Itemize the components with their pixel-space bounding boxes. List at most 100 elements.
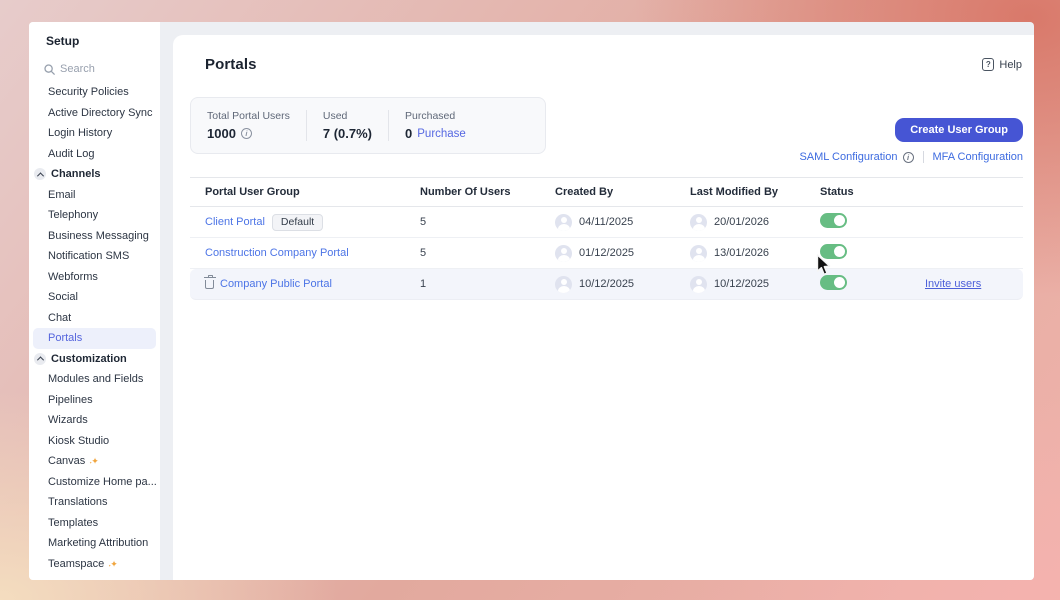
sidebar-item-wizards[interactable]: Wizards bbox=[29, 410, 160, 431]
table-body: Client Portal Default 5 04/11/2025 20/01/202… bbox=[190, 207, 1023, 300]
date-label: 10/12/2025 bbox=[714, 278, 770, 290]
stat-label: Total Portal Users bbox=[207, 110, 290, 122]
help-label: Help bbox=[999, 58, 1022, 71]
sidebar-item-label: Active Directory Sync bbox=[48, 106, 153, 119]
date-label: 01/12/2025 bbox=[579, 247, 635, 259]
column-header: Portal User Group bbox=[205, 186, 300, 198]
info-icon[interactable] bbox=[240, 128, 252, 139]
create-user-group-button[interactable]: Create User Group bbox=[895, 118, 1023, 142]
sidebar-item-kiosk-studio[interactable]: Kiosk Studio bbox=[29, 431, 160, 452]
sidebar-item-pipelines[interactable]: Pipelines bbox=[29, 390, 160, 411]
sidebar-item-canvas[interactable]: Canvas bbox=[29, 451, 160, 472]
desktop-background: Setup Search Security Policies Active Dir… bbox=[0, 0, 1060, 600]
number-of-users: 1 bbox=[420, 278, 427, 290]
user-avatar-icon bbox=[690, 213, 707, 231]
sidebar-item-label: Email bbox=[48, 188, 76, 201]
setup-app-window: Setup Search Security Policies Active Dir… bbox=[29, 22, 1034, 580]
column-header: Status bbox=[820, 186, 854, 198]
actions-column: Create User Group SAML Configuration MFA… bbox=[799, 118, 1023, 163]
portal-name-link[interactable]: Construction Company Portal bbox=[205, 247, 349, 259]
portals-main-panel: Portals Help Total Portal Users 1000 bbox=[173, 35, 1034, 580]
sidebar-item-chat[interactable]: Chat bbox=[29, 308, 160, 329]
sidebar-item-label: Telephony bbox=[48, 209, 99, 222]
sidebar-item-customize-home-pa[interactable]: Customize Home pa... bbox=[29, 472, 160, 493]
last-modified-by-cell: 13/01/2026 bbox=[690, 244, 820, 262]
sidebar-item-modules-and-fields[interactable]: Modules and Fields bbox=[29, 369, 160, 390]
sidebar-item-templates[interactable]: Templates bbox=[29, 513, 160, 534]
sidebar-nav: Security Policies Active Directory Sync Lo… bbox=[29, 82, 160, 574]
created-by-cell: 01/12/2025 bbox=[555, 244, 690, 262]
divider bbox=[922, 151, 924, 163]
created-by-cell: 04/11/2025 bbox=[555, 213, 690, 231]
purchase-link[interactable]: Purchase bbox=[417, 128, 466, 140]
sidebar-item-label: Channels bbox=[51, 168, 101, 181]
sidebar-item-label: Login History bbox=[48, 127, 113, 140]
number-of-users: 5 bbox=[420, 216, 427, 228]
sidebar-item-business-messaging[interactable]: Business Messaging bbox=[29, 226, 160, 247]
status-toggle[interactable] bbox=[820, 244, 847, 259]
sidebar-item-translations[interactable]: Translations bbox=[29, 492, 160, 513]
stat-value: 0 bbox=[405, 126, 413, 141]
column-header: Number Of Users bbox=[420, 186, 511, 198]
sidebar-item-portals[interactable]: Portals bbox=[33, 328, 156, 349]
sidebar-item-security-policies[interactable]: Security Policies bbox=[29, 82, 160, 103]
sidebar-item-audit-log[interactable]: Audit Log bbox=[29, 144, 160, 165]
sidebar-item-label: Kiosk Studio bbox=[48, 434, 110, 447]
table-row-construction-company-portal: Construction Company Portal 5 01/12/2025 13… bbox=[190, 238, 1023, 269]
sidebar-section-customization[interactable]: Customization bbox=[29, 349, 160, 370]
last-modified-by-cell: 20/01/2026 bbox=[690, 213, 820, 231]
table-row-company-public-portal: Company Public Portal 1 10/12/2025 10/12/20… bbox=[190, 269, 1023, 300]
portal-name-link[interactable]: Company Public Portal bbox=[220, 278, 332, 290]
default-badge: Default bbox=[271, 213, 324, 231]
sidebar-item-label: Portals bbox=[48, 332, 83, 345]
sidebar-item-marketing-attribution[interactable]: Marketing Attribution bbox=[29, 533, 160, 554]
sidebar-search-input[interactable]: Search bbox=[44, 63, 160, 75]
sidebar-item-login-history[interactable]: Login History bbox=[29, 123, 160, 144]
trash-icon[interactable] bbox=[203, 275, 216, 289]
user-avatar-icon bbox=[555, 213, 572, 231]
sidebar-item-notification-sms[interactable]: Notification SMS bbox=[29, 246, 160, 267]
created-by-cell: 10/12/2025 bbox=[555, 275, 690, 293]
sidebar-item-label: Pipelines bbox=[48, 393, 93, 406]
sidebar-item-teamspace[interactable]: Teamspace bbox=[29, 554, 160, 575]
sidebar-item-label: Canvas bbox=[48, 455, 98, 467]
sidebar-item-label: Notification SMS bbox=[48, 250, 130, 263]
sidebar-item-active-directory-sync[interactable]: Active Directory Sync bbox=[29, 103, 160, 124]
sidebar-item-label: Wizards bbox=[48, 414, 88, 427]
sidebar-item-social[interactable]: Social bbox=[29, 287, 160, 308]
date-label: 13/01/2026 bbox=[714, 247, 770, 259]
stats-and-actions-row: Total Portal Users 1000 Used 7 (0.7%) bbox=[190, 97, 1023, 163]
date-label: 20/01/2026 bbox=[714, 216, 770, 228]
invite-users-link[interactable]: Invite users bbox=[925, 278, 981, 290]
portal-users-stats-card: Total Portal Users 1000 Used 7 (0.7%) bbox=[190, 97, 546, 154]
sidebar-item-label: Modules and Fields bbox=[48, 373, 144, 386]
table-row-client-portal: Client Portal Default 5 04/11/2025 20/01/202… bbox=[190, 207, 1023, 238]
status-toggle[interactable] bbox=[820, 213, 847, 228]
search-icon bbox=[44, 63, 55, 75]
sidebar-item-label: Marketing Attribution bbox=[48, 537, 149, 550]
user-avatar-icon bbox=[690, 275, 707, 293]
sidebar-item-label: Templates bbox=[48, 516, 99, 529]
sidebar-item-label: Translations bbox=[48, 496, 108, 509]
info-icon[interactable] bbox=[902, 151, 914, 163]
setup-sidebar: Setup Search Security Policies Active Dir… bbox=[29, 22, 160, 580]
sidebar-section-channels[interactable]: Channels bbox=[29, 164, 160, 185]
sidebar-item-email[interactable]: Email bbox=[29, 185, 160, 206]
chevron-up-icon bbox=[34, 168, 46, 181]
sidebar-item-label: Business Messaging bbox=[48, 229, 149, 242]
portal-name-link[interactable]: Client Portal bbox=[205, 216, 265, 228]
last-modified-by-cell: 10/12/2025 bbox=[690, 275, 820, 293]
status-toggle[interactable] bbox=[820, 275, 847, 290]
page-header: Portals Help bbox=[205, 56, 1022, 73]
sidebar-item-webforms[interactable]: Webforms bbox=[29, 267, 160, 288]
stat-used: Used 7 (0.7%) bbox=[305, 110, 388, 141]
mfa-configuration-link[interactable]: MFA Configuration bbox=[933, 151, 1024, 163]
sidebar-item-label: Customization bbox=[51, 352, 127, 365]
table-header-row: Portal User Group Number Of Users Create… bbox=[190, 177, 1023, 207]
sidebar-item-label: Social bbox=[48, 291, 78, 304]
search-placeholder: Search bbox=[60, 63, 95, 75]
saml-configuration-link[interactable]: SAML Configuration bbox=[799, 151, 914, 163]
sidebar-item-telephony[interactable]: Telephony bbox=[29, 205, 160, 226]
help-button[interactable]: Help bbox=[982, 58, 1022, 71]
stat-total-portal-users: Total Portal Users 1000 bbox=[191, 110, 306, 141]
